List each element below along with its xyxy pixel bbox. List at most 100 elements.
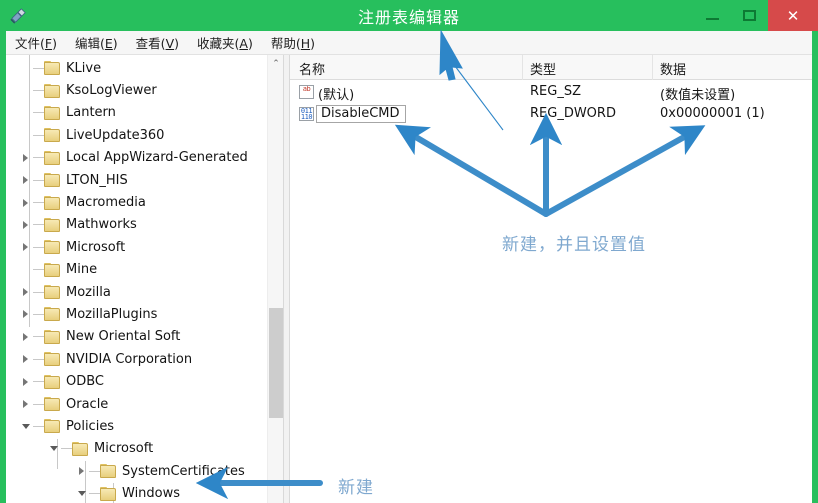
tree-node-label: NVIDIA Corporation: [66, 351, 193, 367]
tree-node-label: Microsoft: [66, 239, 126, 255]
tree-node-oracle[interactable]: Oracle: [6, 393, 268, 415]
column-header-name[interactable]: 名称: [299, 59, 325, 78]
folder-icon: [44, 150, 61, 165]
tree-node-mozilla[interactable]: Mozilla: [6, 281, 268, 303]
tree-connector: [33, 425, 44, 427]
folder-icon: [44, 61, 61, 76]
folder-icon: [100, 464, 117, 479]
menu-item-1[interactable]: 文件(F): [6, 31, 66, 54]
chevron-right-icon[interactable]: [18, 147, 33, 169]
tree-node-mozillaplugins[interactable]: MozillaPlugins: [6, 303, 268, 325]
chevron-right-icon[interactable]: [18, 281, 33, 303]
tree-node-label: KLive: [66, 60, 102, 76]
title-bar: 注册表编辑器 ✕: [0, 0, 818, 31]
scrollbar-thumb[interactable]: [269, 308, 283, 418]
chevron-right-icon[interactable]: [18, 326, 33, 348]
tree-node-liveupdate360[interactable]: LiveUpdate360: [6, 124, 268, 146]
tree-scrollbar[interactable]: ⌃: [267, 55, 283, 503]
tree-node-lton-his[interactable]: LTON_HIS: [6, 169, 268, 191]
chevron-right-icon[interactable]: [18, 303, 33, 325]
string-value-icon: ab: [299, 85, 314, 99]
tree-connector: [33, 269, 44, 271]
tree-connector: [33, 336, 44, 338]
tree-connector: [33, 179, 44, 181]
chevron-right-icon[interactable]: [18, 169, 33, 191]
table-row[interactable]: 011 110 DisableCMD REG_DWORD 0x00000001 (1): [290, 104, 812, 126]
folder-icon: [44, 173, 61, 188]
maximize-button[interactable]: [731, 0, 768, 31]
tree-node-lantern[interactable]: Lantern: [6, 102, 268, 124]
chevron-down-icon[interactable]: [74, 483, 89, 503]
value-data-cell: 0x00000001 (1): [660, 106, 765, 121]
chevron-down-icon[interactable]: [18, 415, 33, 437]
menu-item-5[interactable]: 帮助(H): [262, 31, 324, 54]
folder-icon: [44, 83, 61, 98]
tree-connector: [33, 202, 44, 204]
client-area: KLive KsoLogViewer Lantern LiveUpdate360 Loc…: [6, 55, 812, 503]
column-divider[interactable]: [652, 55, 653, 80]
tree-node-nvidia-corporation[interactable]: NVIDIA Corporation: [6, 348, 268, 370]
table-row[interactable]: ab (默认) REG_SZ (数值未设置): [290, 82, 812, 104]
tree-node-odbc[interactable]: ODBC: [6, 370, 268, 392]
tree-node-microsoft[interactable]: Microsoft: [6, 236, 268, 258]
chevron-right-icon[interactable]: [18, 371, 33, 393]
tree-node-macromedia[interactable]: Macromedia: [6, 191, 268, 213]
scroll-up-icon[interactable]: ⌃: [268, 55, 283, 72]
menu-item-4[interactable]: 收藏夹(A): [188, 31, 262, 54]
tree-connector: [33, 291, 44, 293]
tree-node-local-appwizard-generated[interactable]: Local AppWizard-Generated: [6, 147, 268, 169]
tree-node-klive[interactable]: KLive: [6, 57, 268, 79]
tree-node-new-oriental-soft[interactable]: New Oriental Soft: [6, 326, 268, 348]
tree-node-mathworks[interactable]: Mathworks: [6, 214, 268, 236]
chevron-right-icon[interactable]: [18, 393, 33, 415]
registry-editor-window: 注册表编辑器 ✕ 文件(F) 编辑(E) 查看(V) 收藏夹(A) 帮助(H) KLiv…: [0, 0, 818, 503]
tree-node-windows[interactable]: Windows: [6, 482, 268, 503]
tree-node-label: Oracle: [66, 396, 109, 412]
tree-connector: [33, 67, 44, 69]
value-name-edit-input[interactable]: DisableCMD: [316, 105, 406, 123]
menu-item-2[interactable]: 编辑(E): [66, 31, 127, 54]
tree-connector: [89, 493, 100, 495]
chevron-down-icon[interactable]: [46, 438, 61, 460]
folder-icon: [44, 329, 61, 344]
chevron-right-icon[interactable]: [18, 236, 33, 258]
chevron-right-icon[interactable]: [18, 192, 33, 214]
chevron-right-icon[interactable]: [18, 348, 33, 370]
tree-node-policies[interactable]: Policies: [6, 415, 268, 437]
folder-icon: [44, 307, 61, 322]
value-name-cell[interactable]: (默认): [318, 84, 354, 103]
value-data-cell: (数值未设置): [660, 88, 736, 103]
chevron-right-icon[interactable]: [74, 460, 89, 482]
tree-connector: [33, 246, 44, 248]
menu-item-3[interactable]: 查看(V): [127, 31, 188, 54]
folder-icon: [44, 262, 61, 277]
folder-icon: [44, 128, 61, 143]
tree-node-label: Mozilla: [66, 284, 111, 300]
value-type-cell: REG_SZ: [530, 84, 581, 99]
registry-tree[interactable]: KLive KsoLogViewer Lantern LiveUpdate360 Loc…: [6, 57, 268, 503]
column-divider[interactable]: [522, 55, 523, 80]
minimize-button[interactable]: [694, 0, 731, 31]
registry-tree-pane: KLive KsoLogViewer Lantern LiveUpdate360 Loc…: [6, 55, 284, 503]
folder-icon: [44, 374, 61, 389]
folder-icon: [44, 397, 61, 412]
tree-connector: [33, 157, 44, 159]
tree-node-microsoft[interactable]: Microsoft: [6, 438, 268, 460]
tree-node-mine[interactable]: Mine: [6, 259, 268, 281]
tree-node-systemcertificates[interactable]: SystemCertificates: [6, 460, 268, 482]
tree-connector: [33, 403, 44, 405]
tree-node-ksologviewer[interactable]: KsoLogViewer: [6, 79, 268, 101]
column-header-data[interactable]: 数据: [660, 59, 686, 78]
annotation-label-create: 新建: [338, 478, 374, 498]
chevron-right-icon[interactable]: [18, 214, 33, 236]
tree-node-label: Microsoft: [94, 441, 154, 457]
value-type-cell: REG_DWORD: [530, 106, 616, 121]
tree-connector: [33, 90, 44, 92]
tree-node-label: KsoLogViewer: [66, 83, 157, 99]
tree-node-label: Macromedia: [66, 195, 146, 211]
close-button[interactable]: ✕: [768, 0, 818, 31]
column-header-type[interactable]: 类型: [530, 59, 556, 78]
value-list-pane: 名称 类型 数据 ab (默认) REG_SZ (数值未设置) 011 110 Disab…: [289, 55, 812, 503]
tree-node-label: Windows: [122, 486, 181, 502]
